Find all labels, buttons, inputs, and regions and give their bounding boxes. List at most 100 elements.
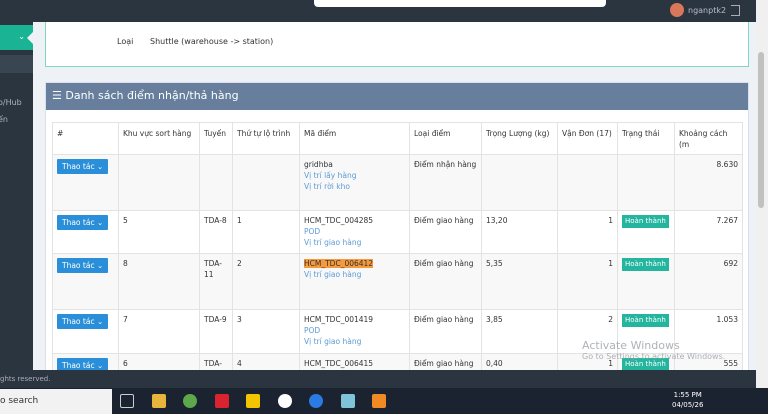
copyright-text: ghts reserved.: [0, 375, 51, 383]
panel-title: Danh sách điểm nhận/thả hàng: [65, 89, 239, 102]
action-dropdown-button[interactable]: Thao tác ⌄: [57, 258, 109, 273]
location-link[interactable]: Vị trí giao hàng: [304, 269, 405, 280]
zalo-icon[interactable]: [309, 394, 323, 408]
clock[interactable]: 1:55 PM 04/05/26: [672, 390, 703, 410]
sidebar-item-hub[interactable]: o/Hub: [0, 98, 22, 107]
sort-area: 8: [118, 253, 200, 310]
order-count: [557, 154, 618, 211]
stop-code-cell: gridhba Vị trí lấy hàng Vị trí rời kho: [299, 154, 410, 211]
distance: 7.267: [674, 210, 743, 254]
list-icon: ☰: [52, 89, 62, 102]
order-count: 1: [557, 210, 618, 254]
action-dropdown-button[interactable]: Thao tác ⌄: [57, 159, 109, 174]
stop-type: Điểm giao hàng: [409, 210, 482, 254]
table-row: Thao tác ⌄ gridhba Vị trí lấy hàng Vị trí …: [52, 154, 743, 211]
action-label: Thao tác: [62, 261, 95, 270]
sidebar-item-route[interactable]: ến: [0, 115, 8, 124]
location-link[interactable]: Vị trí giao hàng: [304, 237, 405, 248]
action-dropdown-button[interactable]: Thao tác ⌄: [57, 314, 109, 329]
task-view-icon[interactable]: [120, 394, 134, 408]
status-badge: Hoàn thành: [622, 314, 669, 327]
username: nganptk2: [688, 5, 727, 15]
location-link[interactable]: Vị trí rời kho: [304, 181, 405, 192]
stop-code-cell: HCM_TDC_001419 POD Vị trí giao hàng: [299, 309, 410, 354]
route: TDA-11: [199, 253, 233, 310]
status-cell: [617, 154, 675, 211]
status-cell: Hoàn thành: [617, 210, 675, 254]
stop-code-cell: HCM_TDC_006412 Vị trí giao hàng: [299, 253, 410, 310]
stop-code-cell: HCM_TDC_004285 POD Vị trí giao hàng: [299, 210, 410, 254]
location-link[interactable]: POD: [304, 325, 405, 336]
location-link[interactable]: Vị trí lấy hàng: [304, 170, 405, 181]
file-explorer-icon[interactable]: [152, 394, 166, 408]
route: [199, 154, 233, 211]
avatar: [670, 3, 684, 17]
location-link[interactable]: POD: [304, 226, 405, 237]
route-order: 3: [232, 309, 300, 354]
stop-type: Điểm giao hàng: [409, 253, 482, 310]
chevron-down-icon: ⌄: [96, 361, 104, 370]
action-label: Thao tác: [62, 361, 95, 370]
table-row: Thao tác ⌄ 5 TDA-8 1 HCM_TDC_004285 POD Vị…: [52, 210, 743, 254]
stop-code: HCM_TDC_006415: [304, 359, 374, 368]
column-header: Mã điểm: [299, 122, 410, 155]
stop-type: Điểm giao hàng: [409, 309, 482, 354]
column-header: Trạng thái: [617, 122, 675, 155]
sidebar: ⌄ o/Hub ến: [0, 22, 33, 370]
info-panel: Loại Shuttle (warehouse -> station): [45, 22, 749, 67]
app-icon-3[interactable]: [372, 394, 386, 408]
user-menu[interactable]: nganptk2: [670, 3, 726, 17]
sticky-notes-icon[interactable]: [246, 394, 260, 408]
order-count: 1: [557, 253, 618, 310]
column-header: Khu vực sort hàng: [118, 122, 200, 155]
taskbar-search[interactable]: o search: [0, 389, 112, 414]
status-badge: Hoàn thành: [622, 215, 669, 228]
time: 1:55 PM: [673, 391, 702, 399]
distance: 692: [674, 253, 743, 310]
scrollbar[interactable]: [756, 0, 768, 388]
stop-type: Điểm nhận hàng: [409, 154, 482, 211]
browser-icon[interactable]: [183, 394, 197, 408]
action-label: Thao tác: [62, 317, 95, 326]
stop-code: HCM_TDC_001419: [304, 315, 374, 324]
sidebar-selected-item[interactable]: [0, 55, 33, 73]
type-label: Loại: [117, 37, 134, 46]
stops-panel: ☰ Danh sách điểm nhận/thả hàng # Khu vực …: [45, 82, 749, 385]
table-row: Thao tác ⌄ 8 TDA-11 2 HCM_TDC_006412 Vị t…: [52, 253, 743, 310]
route: TDA-9: [199, 309, 233, 354]
weight: 5,35: [481, 253, 558, 310]
chevron-down-icon: ⌄: [96, 317, 104, 326]
watermark-subtitle: Go to Settings to activate Windows.: [582, 352, 726, 361]
stop-code: HCM_TDC_004285: [304, 216, 374, 225]
distance: 8.630: [674, 154, 743, 211]
weight: 3,85: [481, 309, 558, 354]
location-link[interactable]: Vị trí giao hàng: [304, 336, 405, 347]
route-order: [232, 154, 300, 211]
top-search-box[interactable]: [314, 0, 606, 7]
type-value: Shuttle (warehouse -> station): [150, 37, 274, 46]
action-dropdown-button[interactable]: Thao tác ⌄: [57, 215, 109, 230]
app-icon-2[interactable]: [341, 394, 355, 408]
route-order: 2: [232, 253, 300, 310]
top-navbar: nganptk2: [0, 0, 756, 22]
watermark-title: Activate Windows: [582, 339, 680, 352]
date: 04/05/26: [672, 401, 704, 409]
column-header: Tuyến: [199, 122, 233, 155]
column-header: Loại điểm: [409, 122, 482, 155]
wps-icon[interactable]: [215, 394, 229, 408]
status-cell: Hoàn thành: [617, 253, 675, 310]
weight: [481, 154, 558, 211]
column-header: Vận Đơn (17): [557, 122, 618, 155]
chevron-down-icon: ⌄: [18, 32, 25, 41]
sort-area: [118, 154, 200, 211]
column-header: Thứ tự lộ trình: [232, 122, 300, 155]
app-icon[interactable]: [278, 394, 292, 408]
action-label: Thao tác: [62, 162, 95, 171]
logout-icon[interactable]: [731, 5, 740, 16]
taskbar: o search 1:55 PM 04/05/26: [0, 388, 768, 414]
weight: 13,20: [481, 210, 558, 254]
action-label: Thao tác: [62, 218, 95, 227]
sort-area: 7: [118, 309, 200, 354]
route-order: 1: [232, 210, 300, 254]
scrollbar-thumb[interactable]: [758, 52, 764, 208]
